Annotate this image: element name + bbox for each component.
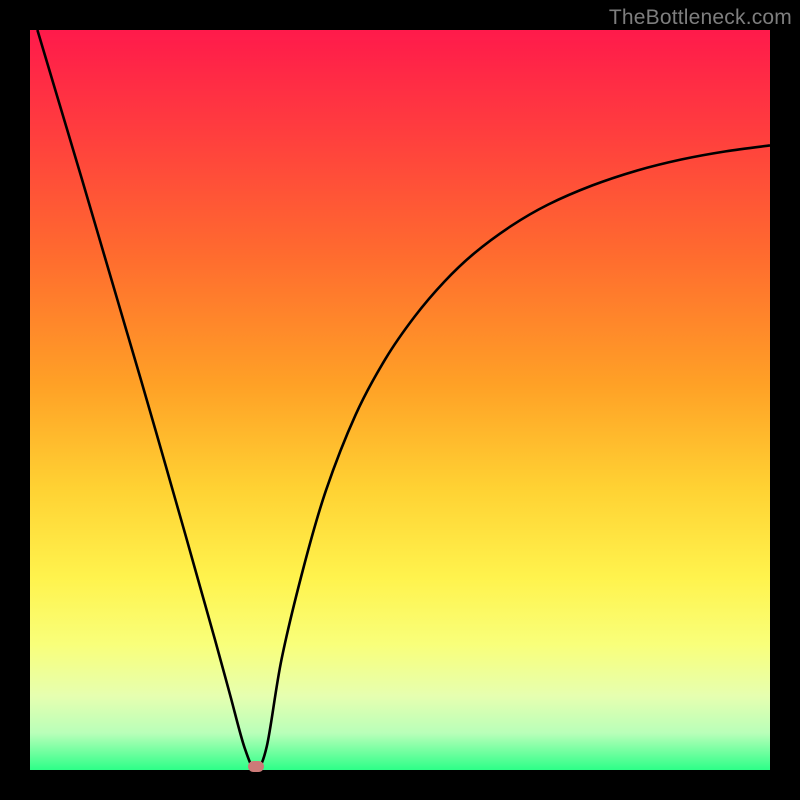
gradient-plot-area	[30, 30, 770, 770]
curve-path	[37, 30, 770, 769]
watermark-text: TheBottleneck.com	[609, 6, 792, 30]
bottleneck-curve	[30, 30, 770, 770]
chart-frame: TheBottleneck.com	[0, 0, 800, 800]
minimum-marker-dot	[248, 761, 264, 772]
